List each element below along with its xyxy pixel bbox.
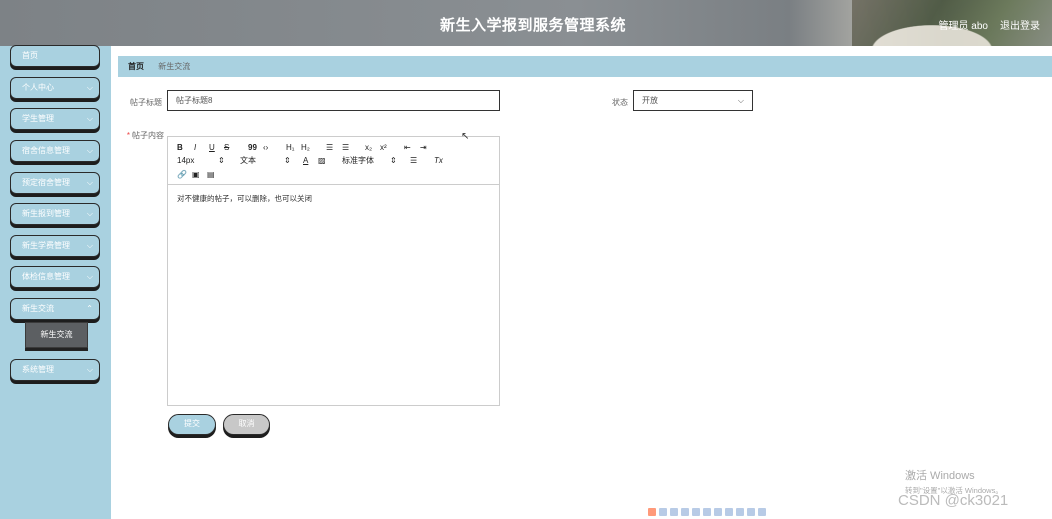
chevron-updown-icon: ⇕ [218,156,225,165]
image-icon[interactable]: ▣ [192,170,200,180]
ime-toolbar [648,508,766,516]
font-size-select[interactable]: 14px [177,156,194,166]
mouse-pointer-icon: ↖ [461,131,470,142]
ime-icon [692,508,700,516]
breadcrumb: 首页 新生交流 [118,56,1052,77]
breadcrumb-current: 新生交流 [158,62,191,71]
blockquote-button[interactable]: 99 [248,143,257,153]
app-header: 新生入学报到服务管理系统 管理员 abo 退出登录 [0,0,1052,46]
csdn-watermark: CSDN @ck3021 [898,492,1009,509]
code-button[interactable]: ‹› [263,143,268,153]
user-name: 管理员 abo [938,21,988,32]
chevron-down-icon: ⌵ [86,146,93,155]
required-asterisk: * [126,131,130,140]
chevron-down-icon: ⌵ [86,178,93,187]
font-family-select[interactable]: 标准字体 [342,156,374,166]
sidebar-item-home[interactable]: 首页 [10,45,100,67]
cancel-button[interactable]: 取消 [223,414,270,435]
breadcrumb-home[interactable]: 首页 [128,62,144,71]
user-area: 管理员 abo 退出登录 [939,17,1040,32]
ordered-list-icon[interactable]: ☰ [326,143,333,153]
ime-icon [736,508,744,516]
chevron-down-icon: ⌵ [737,96,744,105]
ime-icon [725,508,733,516]
bold-button[interactable]: B [177,143,183,153]
submenu-item-freshman-exchange[interactable]: 新生交流 [25,322,88,348]
logout-link[interactable]: 退出登录 [1000,17,1040,32]
sidebar-item-personal-center[interactable]: 个人中心 ⌵ [10,77,100,99]
background-color-icon[interactable]: ▨ [318,156,326,166]
ime-icon [714,508,722,516]
ime-icon [681,508,689,516]
sidebar-item-label: 学生管理 [22,114,54,123]
outdent-icon[interactable]: ⇤ [404,143,411,153]
status-label: 状态 [612,98,628,107]
chevron-down-icon: ⌵ [86,209,93,218]
content-label: * 帖子内容 [126,131,164,140]
chevron-updown-icon: ⇕ [284,156,291,165]
chevron-updown-icon: ⇕ [390,156,397,165]
sidebar-item-label: 新生学费管理 [22,241,70,250]
sidebar-item-label: 个人中心 [22,83,54,92]
sidebar-item-dorm-booking[interactable]: 预定宿舍管理 ⌵ [10,172,100,194]
video-icon[interactable]: ▤ [207,170,215,180]
h2-button[interactable]: H₂ [301,143,310,153]
editor-toolbar: B I U S 99 ‹› H₁ H₂ ☰ ☰ x₂ x² ⇤ ⇥ 14px ⇕… [168,137,499,185]
strike-button[interactable]: S [224,143,229,153]
sidebar-item-label: 宿舍信息管理 [22,146,70,155]
chevron-down-icon: ⌵ [86,114,93,123]
link-icon[interactable]: 🔗 [177,170,187,180]
rich-text-editor: B I U S 99 ‹› H₁ H₂ ☰ ☰ x₂ x² ⇤ ⇥ 14px ⇕… [167,136,500,406]
submit-button[interactable]: 提交 [168,414,216,435]
sidebar-item-freshman-exchange[interactable]: 新生交流 ⌃ [10,298,100,320]
title-label: 帖子标题 [130,98,162,107]
clean-format-icon[interactable]: Tx [434,156,443,166]
sidebar-item-student-management[interactable]: 学生管理 ⌵ [10,108,100,130]
align-icon[interactable]: ☰ [410,156,417,166]
sidebar-item-label: 系统管理 [22,365,54,374]
chevron-down-icon: ⌵ [86,241,93,250]
app-title: 新生入学报到服务管理系统 [439,17,626,34]
paragraph-select[interactable]: 文本 [240,156,256,166]
superscript-button[interactable]: x² [380,143,387,153]
ime-logo-icon [648,508,656,516]
ime-icon [659,508,667,516]
ime-icon [703,508,711,516]
chevron-down-icon: ⌵ [86,272,93,281]
status-select[interactable]: 开放 ⌵ [633,90,753,111]
sidebar-item-health-check[interactable]: 体检信息管理 ⌵ [10,266,100,288]
sidebar-item-label: 新生交流 [22,304,54,313]
bullet-list-icon[interactable]: ☰ [342,143,349,153]
chevron-down-icon: ⌵ [86,83,93,92]
indent-icon[interactable]: ⇥ [420,143,427,153]
font-color-icon[interactable]: A [303,156,308,166]
sidebar-item-label: 预定宿舍管理 [22,178,70,187]
sidebar-item-label: 体检信息管理 [22,272,70,281]
ime-icon [758,508,766,516]
status-select-value: 开放 [642,96,658,105]
sidebar-item-dorm-info[interactable]: 宿舍信息管理 ⌵ [10,140,100,162]
sidebar-item-label: 首页 [22,51,38,60]
editor-content[interactable]: 对不健康的帖子，可以删除，也可以关闭 [177,193,312,204]
sidebar-item-label: 新生报到管理 [22,209,70,218]
subscript-button[interactable]: x₂ [365,143,372,153]
italic-button[interactable]: I [194,143,196,153]
title-input[interactable]: 帖子标题8 [167,90,500,111]
underline-button[interactable]: U [209,143,215,153]
sidebar-item-tuition[interactable]: 新生学费管理 ⌵ [10,235,100,257]
h1-button[interactable]: H₁ [286,143,294,153]
sidebar-item-freshman-checkin[interactable]: 新生报到管理 ⌵ [10,203,100,225]
sidebar-item-system-management[interactable]: 系统管理 ⌵ [10,359,100,381]
ime-icon [747,508,755,516]
chevron-up-icon: ⌃ [86,304,93,313]
ime-icon [670,508,678,516]
chevron-down-icon: ⌵ [86,365,93,374]
